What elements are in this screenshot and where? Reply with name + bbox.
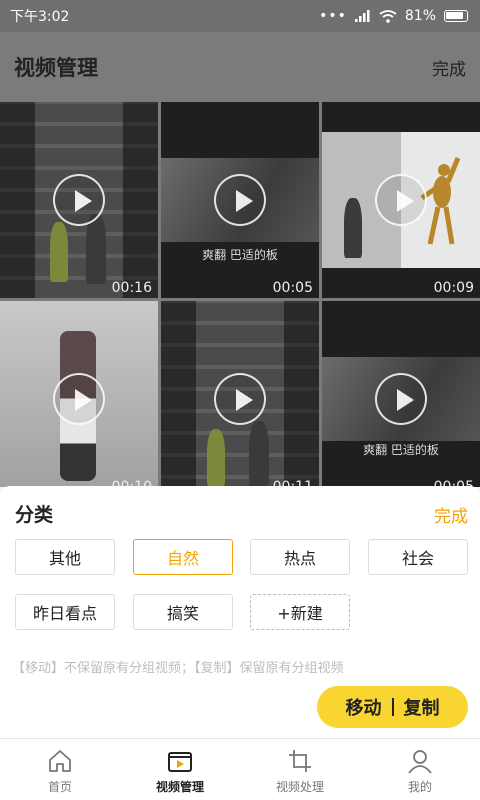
new-category-button[interactable]: +新建 — [250, 594, 350, 630]
video-duration: 00:09 — [433, 280, 474, 296]
play-icon[interactable] — [53, 373, 105, 425]
video-grid: 00:16 爽翻 巴适的板 00:05 00:09 00:10 00:11 爽翻… — [0, 102, 480, 487]
header: 视频管理 完成 — [0, 32, 480, 102]
status-icons: ••• 81% — [319, 8, 468, 24]
category-chip-nature[interactable]: 自然 — [133, 539, 233, 575]
battery-percent: 81% — [404, 8, 436, 24]
video-tile[interactable]: 00:16 — [0, 102, 158, 298]
video-tile[interactable]: 00:09 — [322, 102, 480, 298]
video-caption: 爽翻 巴适的板 — [363, 443, 439, 457]
move-copy-button: 移动 复制 — [317, 686, 468, 728]
category-chip-hot[interactable]: 热点 — [250, 539, 350, 575]
play-icon[interactable] — [53, 174, 105, 226]
more-dots-icon: ••• — [319, 8, 347, 24]
tab-home[interactable]: 首页 — [0, 739, 120, 800]
crop-icon — [289, 750, 311, 772]
tab-label: 视频管理 — [155, 780, 204, 794]
tab-mine[interactable]: 我的 — [360, 739, 480, 800]
tab-label: 视频处理 — [275, 780, 324, 794]
category-chip-other[interactable]: 其他 — [15, 539, 115, 575]
category-sheet: 分类 完成 其他 自然 热点 社会 昨日看点 搞笑 +新建 【移动】不保留原有分… — [0, 486, 480, 738]
status-time: 下午3:02 — [10, 9, 70, 25]
category-chip-funny[interactable]: 搞笑 — [133, 594, 233, 630]
category-chip-society[interactable]: 社会 — [368, 539, 468, 575]
signal-icon — [354, 10, 370, 22]
video-caption: 爽翻 巴适的板 — [202, 248, 278, 262]
wifi-icon — [379, 9, 397, 23]
header-done-button[interactable]: 完成 — [432, 55, 466, 80]
video-manage-icon — [168, 752, 192, 772]
play-icon[interactable] — [214, 373, 266, 425]
page-title: 视频管理 — [14, 56, 98, 80]
video-tile[interactable]: 00:11 — [161, 301, 319, 487]
divider — [391, 698, 394, 716]
tab-video-manage[interactable]: 视频管理 — [120, 739, 240, 800]
copy-button[interactable]: 复制 — [404, 694, 440, 720]
sheet-title: 分类 — [15, 504, 54, 526]
video-duration: 00:05 — [272, 280, 313, 296]
tab-label: 首页 — [47, 780, 72, 794]
sheet-done-button[interactable]: 完成 — [434, 502, 468, 527]
video-duration: 00:16 — [111, 280, 152, 296]
video-tile[interactable]: 00:10 — [0, 301, 158, 487]
tab-video-process[interactable]: 视频处理 — [240, 739, 360, 800]
bottom-tab-bar: 首页 视频管理 视频处理 我的 — [0, 738, 480, 800]
category-chip-yesterday[interactable]: 昨日看点 — [15, 594, 115, 630]
tab-label: 我的 — [407, 780, 432, 794]
move-button[interactable]: 移动 — [346, 694, 382, 720]
video-tile[interactable]: 爽翻 巴适的板 00:05 — [322, 301, 480, 487]
play-icon[interactable] — [375, 174, 427, 226]
user-icon — [408, 750, 432, 774]
battery-icon — [444, 10, 468, 22]
move-copy-hint: 【移动】不保留原有分组视频；【复制】保留原有分组视频 — [12, 661, 344, 676]
status-bar: 下午3:02 ••• 81% — [0, 0, 480, 32]
video-tile[interactable]: 爽翻 巴适的板 00:05 — [161, 102, 319, 298]
home-icon — [49, 750, 71, 772]
play-icon[interactable] — [214, 174, 266, 226]
play-icon[interactable] — [375, 373, 427, 425]
